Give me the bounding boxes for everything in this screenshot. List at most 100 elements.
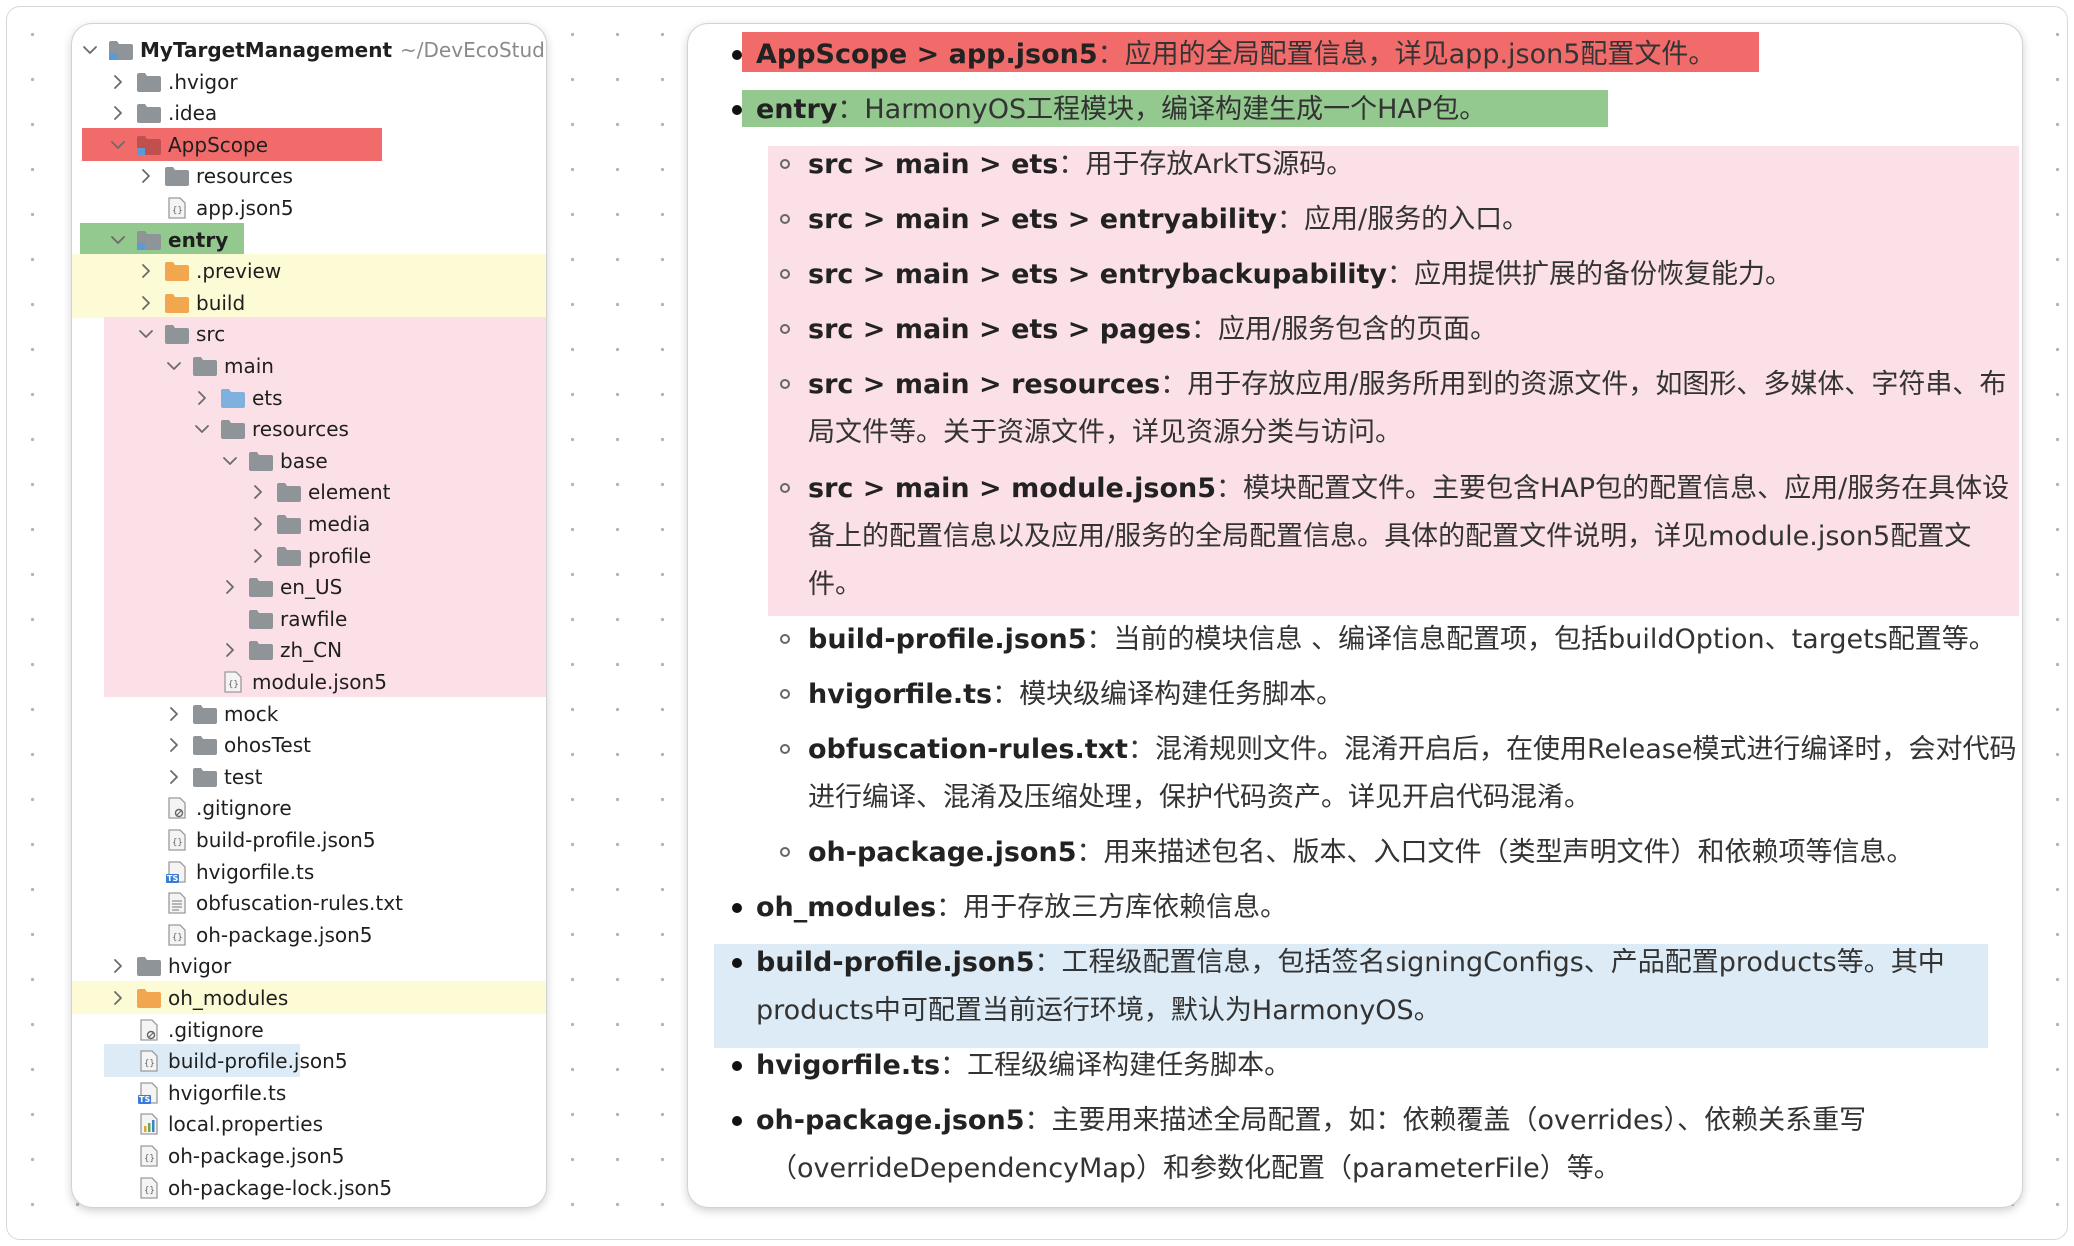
- chevron-down-icon[interactable]: [166, 358, 182, 374]
- tree-item-file-entry-gitignore[interactable]: .gitignore: [138, 792, 292, 823]
- doc-line: 备上的配置信息以及应用/服务的全局配置信息。具体的配置文件说明，详见module…: [808, 512, 1971, 561]
- tree-item-file-entry-hvigorfile[interactable]: TS hvigorfile.ts: [138, 856, 314, 887]
- chevron-right-icon[interactable]: [250, 516, 266, 532]
- tree-item-file-module-json5[interactable]: {} module.json5: [194, 666, 387, 697]
- tree-item-file-root-hvigorfile[interactable]: TS hvigorfile.ts: [110, 1077, 286, 1108]
- tree-item-label: resources: [196, 163, 293, 188]
- tree-item-folder-rawfile[interactable]: rawfile: [222, 603, 347, 634]
- folder-main-icon: [192, 355, 218, 377]
- folder-test-icon: [192, 766, 218, 788]
- circle-bullet-icon: [780, 689, 790, 699]
- doc-line-text: ：混淆规则文件。混淆开启后，在使用Release模式进行编译时，会对代码: [1127, 734, 2017, 765]
- tree-item-label: app.json5: [196, 195, 294, 220]
- folder-oh-modules-icon: [136, 987, 162, 1009]
- tree-item-file-local-properties[interactable]: local.properties: [110, 1108, 323, 1139]
- svg-text:{}: {}: [172, 933, 183, 943]
- chevron-right-icon[interactable]: [138, 295, 154, 311]
- circle-bullet-icon: [780, 159, 790, 169]
- chevron-down-icon[interactable]: [194, 421, 210, 437]
- tree-item-file-entry-build-profile[interactable]: {} build-profile.json5: [138, 824, 376, 855]
- folder-idea-icon: [136, 102, 162, 124]
- tree-item-label: oh-package-lock.json5: [168, 1175, 393, 1200]
- doc-line: 进行编译、混淆及压缩处理，保护代码资产。详见开启代码混淆。: [808, 773, 1591, 822]
- doc-line-key: obfuscation-rules.txt: [808, 734, 1128, 765]
- tree-item-folder-main-resources[interactable]: resources: [194, 413, 349, 444]
- doc-line-key: src > main > resources: [808, 369, 1161, 400]
- chevron-right-icon[interactable]: [222, 642, 238, 658]
- tree-item-file-root-gitignore[interactable]: .gitignore: [110, 1014, 264, 1045]
- tree-item-folder-en-us[interactable]: en_US: [222, 571, 342, 602]
- doc-line-text: （overrideDependencyMap）和参数化配置（parameterF…: [770, 1153, 1621, 1184]
- folder-media-icon: [276, 513, 302, 535]
- chevron-right-icon[interactable]: [166, 706, 182, 722]
- tree-item-folder-main[interactable]: main: [166, 350, 274, 381]
- chevron-right-icon[interactable]: [138, 168, 154, 184]
- chevron-right-icon[interactable]: [110, 74, 126, 90]
- tree-item-file-oh-package-lock[interactable]: {} oh-package-lock.json5: [110, 1172, 392, 1203]
- chevron-right-icon[interactable]: [138, 263, 154, 279]
- folder-en-us-icon: [248, 576, 274, 598]
- chevron-down-icon[interactable]: [110, 232, 126, 248]
- tree-item-label: src: [196, 321, 226, 346]
- tree-item-label: profile: [308, 543, 372, 568]
- chevron-down-icon[interactable]: [82, 42, 98, 58]
- chevron-right-icon[interactable]: [194, 390, 210, 406]
- tree-item-label: hvigorfile.ts: [196, 859, 315, 884]
- tree-item-folder-build[interactable]: build: [138, 287, 245, 318]
- svg-text:{}: {}: [228, 680, 239, 690]
- tree-item-folder-profile[interactable]: profile: [250, 540, 371, 571]
- chevron-right-icon[interactable]: [166, 769, 182, 785]
- tree-item-folder-entry[interactable]: entry: [110, 224, 228, 255]
- tree-item-label: oh-package.json5: [196, 922, 373, 947]
- chevron-right-icon[interactable]: [250, 484, 266, 500]
- tree-item-label: mock: [224, 701, 279, 726]
- tree-item-folder-media[interactable]: media: [250, 508, 370, 539]
- doc-line-key: oh-package.json5: [756, 1105, 1025, 1136]
- folder-zh-cn-icon: [248, 639, 274, 661]
- tree-item-folder-appscope-resources[interactable]: resources: [138, 160, 293, 191]
- tree-item-label: element: [308, 479, 391, 504]
- tree-item-file-root-build-profile[interactable]: {} build-profile.json5: [110, 1045, 348, 1076]
- tree-item-folder-test[interactable]: test: [166, 761, 262, 792]
- tree-item-folder-appscope[interactable]: AppScope: [110, 129, 268, 160]
- doc-line-text: ：HarmonyOS工程模块，编译构建生成一个HAP包。: [837, 94, 1487, 125]
- tree-item-file-entry-oh-package[interactable]: {} oh-package.json5: [138, 919, 373, 950]
- doc-line-key: src > main > ets > entrybackupability: [808, 259, 1388, 290]
- chevron-right-icon[interactable]: [110, 958, 126, 974]
- tree-item-folder-base[interactable]: base: [222, 445, 328, 476]
- chevron-down-icon[interactable]: [110, 137, 126, 153]
- tree-item-folder-ets[interactable]: ets: [194, 382, 283, 413]
- chevron-right-icon[interactable]: [110, 105, 126, 121]
- svg-text:{}: {}: [144, 1186, 155, 1196]
- tree-item-folder-oh-modules[interactable]: oh_modules: [110, 982, 288, 1013]
- tree-item-label: hvigor: [168, 953, 232, 978]
- tree-item-file-root-oh-package[interactable]: {} oh-package.json5: [110, 1140, 345, 1171]
- circle-bullet-icon: [780, 847, 790, 857]
- chevron-right-icon[interactable]: [166, 737, 182, 753]
- chevron-right-icon[interactable]: [222, 579, 238, 595]
- tree-item-label: module.json5: [252, 669, 387, 694]
- folder-preview-icon: [164, 260, 190, 282]
- tree-root[interactable]: MyTargetManagement ~/DevEcoStudioPro: [82, 34, 546, 65]
- tree-item-folder-hvigor-root[interactable]: hvigor: [110, 950, 231, 981]
- chevron-down-icon[interactable]: [222, 453, 238, 469]
- tree-item-folder-idea[interactable]: .idea: [110, 97, 217, 128]
- tree-item-folder-preview[interactable]: .preview: [138, 255, 281, 286]
- doc-line-key: build-profile.json5: [756, 947, 1035, 978]
- tree-item-folder-zh-cn[interactable]: zh_CN: [222, 634, 342, 665]
- tree-item-folder-mock[interactable]: mock: [166, 698, 278, 729]
- tree-item-file-app-json5[interactable]: {} app.json5: [138, 192, 294, 223]
- tree-item-file-obfuscation-rules[interactable]: obfuscation-rules.txt: [138, 887, 403, 918]
- tree-item-folder-src[interactable]: src: [138, 318, 225, 349]
- chevron-right-icon[interactable]: [250, 548, 266, 564]
- tree-item-label: .idea: [168, 100, 218, 125]
- tree-item-folder-ohostest[interactable]: ohosTest: [166, 729, 311, 760]
- chevron-down-icon[interactable]: [138, 326, 154, 342]
- tree-item-label: build-profile.json5: [168, 1048, 348, 1073]
- svg-text:{}: {}: [172, 206, 183, 216]
- tree-item-folder-hvigor[interactable]: .hvigor: [110, 66, 238, 97]
- tree-item-folder-element[interactable]: element: [250, 476, 390, 507]
- folder-base-icon: [248, 450, 274, 472]
- chevron-right-icon[interactable]: [110, 990, 126, 1006]
- tree-item-label: obfuscation-rules.txt: [196, 890, 403, 915]
